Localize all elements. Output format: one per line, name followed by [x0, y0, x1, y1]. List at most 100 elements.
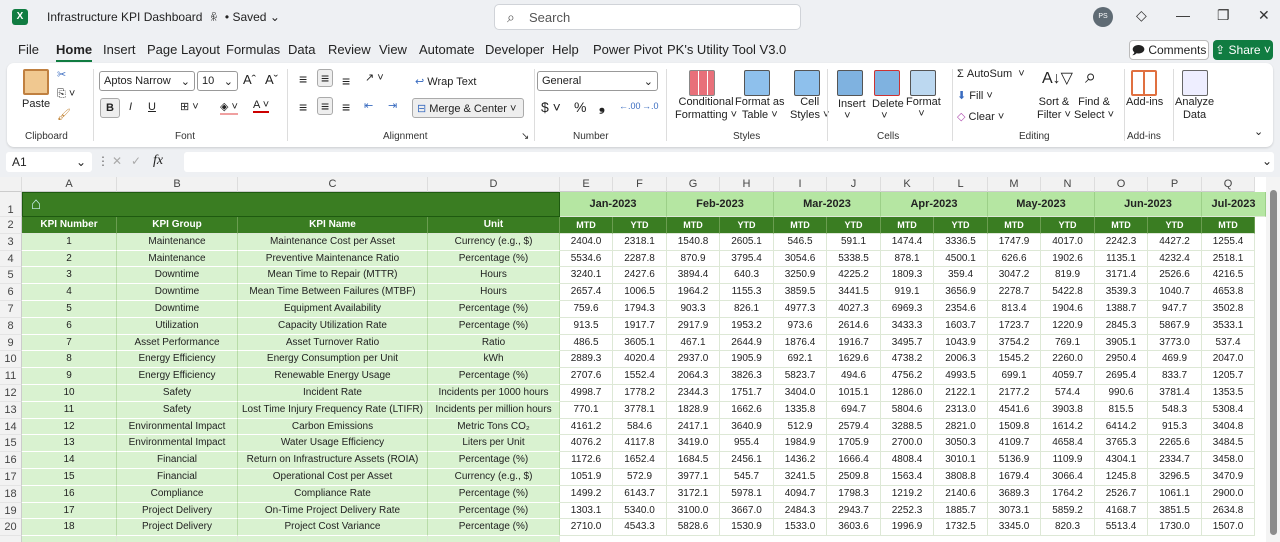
- row-header-15[interactable]: 15: [0, 435, 22, 453]
- data-cell[interactable]: 1436.2: [774, 452, 827, 469]
- data-cell[interactable]: 3404.0: [774, 385, 827, 402]
- kpi-number[interactable]: 11: [22, 401, 117, 419]
- analyze-data-button[interactable]: Analyze Data: [1175, 96, 1214, 122]
- kpi-group[interactable]: Financial: [117, 452, 238, 469]
- data-cell[interactable]: 546.5: [774, 233, 827, 251]
- data-cell[interactable]: 2404.0: [560, 233, 613, 251]
- data-cell[interactable]: 2242.3: [1095, 233, 1148, 251]
- kpi-number[interactable]: 7: [22, 334, 117, 352]
- data-cell[interactable]: 2313.0: [934, 401, 988, 419]
- formula-input[interactable]: [184, 152, 1274, 172]
- data-cell[interactable]: 1614.2: [1041, 418, 1095, 436]
- data-cell[interactable]: 1916.7: [827, 334, 881, 352]
- data-cell[interactable]: 903.3: [667, 301, 720, 318]
- align-center-icon[interactable]: ≡: [317, 97, 334, 115]
- find-icon[interactable]: ⌕: [1085, 66, 1096, 89]
- row-header-11[interactable]: 11: [0, 368, 22, 385]
- kpi-unit[interactable]: Percentage (%): [428, 452, 560, 469]
- row-header-4[interactable]: 4: [0, 250, 22, 268]
- kpi-unit[interactable]: kWh: [428, 351, 560, 369]
- enter-icon[interactable]: ✓: [131, 154, 141, 168]
- kpi-unit[interactable]: Incidents per 1000 hours: [428, 385, 560, 402]
- data-cell[interactable]: 5828.6: [667, 519, 720, 537]
- data-cell[interactable]: 2889.3: [560, 351, 613, 369]
- data-cell[interactable]: 5978.1: [720, 485, 774, 503]
- data-cell[interactable]: 3603.6: [827, 519, 881, 537]
- data-cell[interactable]: 1006.5: [613, 284, 667, 301]
- kpi-group[interactable]: Financial: [117, 469, 238, 486]
- kpi-number[interactable]: 13: [22, 435, 117, 453]
- row-header-21[interactable]: [0, 536, 22, 542]
- data-cell[interactable]: 2518.1: [1202, 250, 1255, 268]
- data-cell[interactable]: 1876.4: [774, 334, 827, 352]
- data-cell[interactable]: 1530.9: [720, 519, 774, 537]
- data-cell[interactable]: 4017.0: [1041, 233, 1095, 251]
- italic-button[interactable]: I: [129, 101, 132, 113]
- data-cell[interactable]: 3066.4: [1041, 469, 1095, 486]
- data-cell[interactable]: 919.1: [881, 284, 934, 301]
- underline-button[interactable]: U: [148, 101, 156, 113]
- data-cell[interactable]: 4993.5: [934, 368, 988, 385]
- format-table-icon[interactable]: [744, 70, 770, 96]
- data-cell[interactable]: 3050.3: [934, 435, 988, 453]
- data-cell[interactable]: 4653.8: [1202, 284, 1255, 301]
- data-cell[interactable]: 4094.7: [774, 485, 827, 503]
- data-cell[interactable]: 1043.9: [934, 334, 988, 352]
- tab-view[interactable]: View: [379, 42, 407, 57]
- data-cell[interactable]: 2417.1: [667, 418, 720, 436]
- data-cell[interactable]: 2845.3: [1095, 317, 1148, 335]
- data-cell[interactable]: 2644.9: [720, 334, 774, 352]
- wrap-text-button[interactable]: ↩ Wrap Text: [415, 75, 476, 88]
- tab-help[interactable]: Help: [552, 42, 579, 57]
- data-cell[interactable]: 3241.5: [774, 469, 827, 486]
- addins-icon[interactable]: [1131, 70, 1157, 96]
- column-header-L[interactable]: L: [934, 177, 988, 192]
- data-cell[interactable]: 4427.2: [1148, 233, 1202, 251]
- kpi-name[interactable]: Equipment Availability: [238, 301, 428, 318]
- data-cell[interactable]: 1255.4: [1202, 233, 1255, 251]
- collapse-ribbon-icon[interactable]: ⌄: [1254, 125, 1263, 138]
- format-button[interactable]: Format ˅: [906, 96, 941, 120]
- data-cell[interactable]: 1388.7: [1095, 301, 1148, 318]
- data-cell[interactable]: 5340.0: [613, 502, 667, 520]
- data-cell[interactable]: 2634.8: [1202, 502, 1255, 520]
- data-cell[interactable]: 913.5: [560, 317, 613, 335]
- data-cell[interactable]: 4543.3: [613, 519, 667, 537]
- data-cell[interactable]: 1809.3: [881, 267, 934, 285]
- data-cell[interactable]: 359.4: [934, 267, 988, 285]
- increase-indent-icon[interactable]: ⇥: [388, 99, 397, 112]
- kpi-unit[interactable]: Liters per Unit: [428, 435, 560, 453]
- data-cell[interactable]: 3533.1: [1202, 317, 1255, 335]
- minimize-button[interactable]: —: [1176, 7, 1190, 23]
- data-cell[interactable]: 3667.0: [720, 502, 774, 520]
- data-cell[interactable]: 3345.0: [988, 519, 1041, 537]
- data-cell[interactable]: 4161.2: [560, 418, 613, 436]
- data-cell[interactable]: 833.7: [1148, 368, 1202, 385]
- data-cell[interactable]: 1684.5: [667, 452, 720, 469]
- data-cell[interactable]: 1885.7: [934, 502, 988, 520]
- avatar[interactable]: PS: [1093, 7, 1113, 27]
- data-cell[interactable]: 3100.0: [667, 502, 720, 520]
- kpi-name[interactable]: Mean Time Between Failures (MTBF): [238, 284, 428, 301]
- data-cell[interactable]: 955.4: [720, 435, 774, 453]
- data-cell[interactable]: 2657.4: [560, 284, 613, 301]
- font-size-select[interactable]: 10 ⌄: [197, 71, 238, 91]
- data-cell[interactable]: 1109.9: [1041, 452, 1095, 469]
- data-cell[interactable]: 486.5: [560, 334, 613, 352]
- kpi-unit[interactable]: Percentage (%): [428, 502, 560, 520]
- column-header-P[interactable]: P: [1148, 177, 1202, 192]
- spreadsheet-grid[interactable]: A B C D E F G H I J K L M N O P Q 1 2 3 4 5 6 7 8 9 10 11 12 13 14 15 16…: [0, 177, 1266, 542]
- data-cell[interactable]: 1155.3: [720, 284, 774, 301]
- kpi-unit[interactable]: Currency (e.g., $): [428, 469, 560, 486]
- kpi-name[interactable]: Asset Turnover Ratio: [238, 334, 428, 352]
- kpi-number[interactable]: 5: [22, 301, 117, 318]
- row-header-16[interactable]: 16: [0, 452, 22, 469]
- data-cell[interactable]: 3336.5: [934, 233, 988, 251]
- column-header-J[interactable]: J: [827, 177, 881, 192]
- data-cell[interactable]: 770.1: [560, 401, 613, 419]
- data-cell[interactable]: 4020.4: [613, 351, 667, 369]
- kpi-number[interactable]: 8: [22, 351, 117, 369]
- kpi-number[interactable]: 17: [22, 502, 117, 520]
- data-cell[interactable]: 572.9: [613, 469, 667, 486]
- number-format-select[interactable]: General ⌄: [537, 71, 658, 91]
